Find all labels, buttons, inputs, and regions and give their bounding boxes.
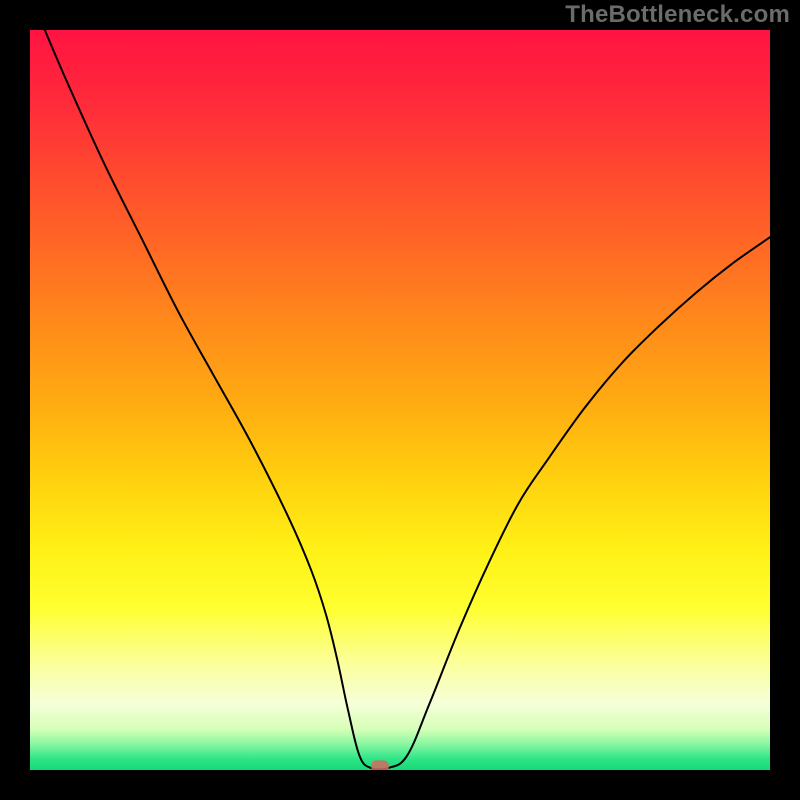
chart-svg xyxy=(30,30,770,770)
chart-frame: TheBottleneck.com xyxy=(0,0,800,800)
plot-area xyxy=(30,30,770,770)
chart-background xyxy=(30,30,770,770)
watermark-text: TheBottleneck.com xyxy=(565,1,790,29)
optimal-point-marker xyxy=(371,760,389,770)
